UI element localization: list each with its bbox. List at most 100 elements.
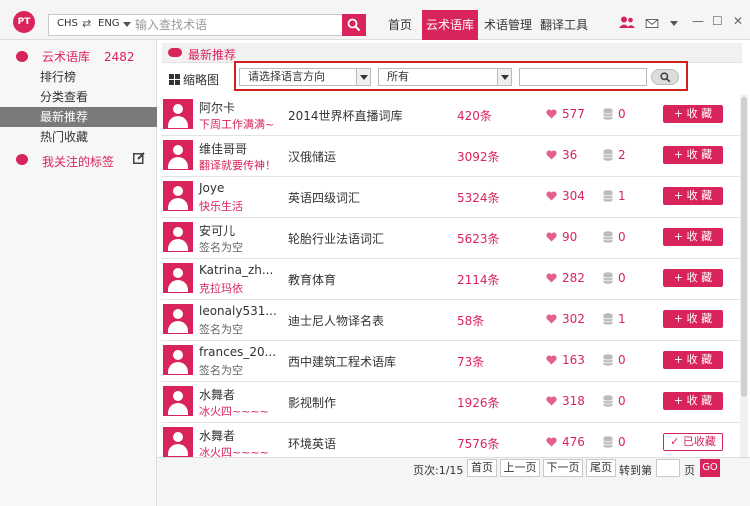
- close-button[interactable]: ✕: [733, 14, 743, 28]
- nav-home[interactable]: 首页: [384, 10, 416, 40]
- heart-icon[interactable]: [546, 355, 557, 365]
- list-item[interactable]: 维佳哥哥 翻译就要传神！ 汉俄储运 3092条 36 2 + 收 藏: [161, 136, 741, 177]
- heart-icon[interactable]: [546, 150, 557, 160]
- user-name[interactable]: 水舞者: [199, 427, 235, 444]
- termbase-name[interactable]: 轮胎行业法语词汇: [288, 230, 384, 247]
- avatar[interactable]: [163, 345, 193, 375]
- collect-button[interactable]: ✓ 已收藏: [663, 433, 723, 451]
- followed-tags[interactable]: 我关注的标签: [42, 153, 114, 170]
- search-input[interactable]: [133, 15, 341, 35]
- list-item[interactable]: leonaly531... 签名为空 迪士尼人物译名表 58条 302 1 + 收 藏: [161, 300, 741, 341]
- collect-button[interactable]: + 收 藏: [663, 105, 723, 123]
- termbase-name[interactable]: 2014世界杯直播词库: [288, 107, 403, 124]
- mail-icon[interactable]: [645, 19, 659, 28]
- list-item[interactable]: Katrina_zh... 克拉玛依 教育体育 2114条 282 0 + 收 藏: [161, 259, 741, 300]
- user-name[interactable]: 安可儿: [199, 222, 235, 239]
- termbase-name[interactable]: 西中建筑工程术语库: [288, 353, 396, 370]
- list-item[interactable]: 水舞者 冰火四~~~~ 环境英语 7576条 476 0 ✓ 已收藏: [161, 423, 741, 457]
- maximize-button[interactable]: ☐: [712, 14, 723, 28]
- sidebar-item-category[interactable]: 分类查看: [0, 87, 157, 107]
- avatar[interactable]: [163, 222, 193, 252]
- last-page-button[interactable]: 尾页: [586, 459, 616, 477]
- user-icon[interactable]: [619, 16, 635, 28]
- database-icon: [603, 436, 613, 448]
- termbase-name[interactable]: 汉俄储运: [288, 148, 336, 165]
- user-name[interactable]: 维佳哥哥: [199, 140, 247, 157]
- nav-cloud-termbase[interactable]: 云术语库: [422, 10, 478, 40]
- user-name[interactable]: Joye: [199, 181, 224, 195]
- avatar[interactable]: [163, 263, 193, 293]
- page-number-input[interactable]: [656, 459, 680, 477]
- heart-icon[interactable]: [546, 396, 557, 406]
- list-item[interactable]: 安可儿 签名为空 轮胎行业法语词汇 5623条 90 0 + 收 藏: [161, 218, 741, 259]
- collect-button[interactable]: + 收 藏: [663, 187, 723, 205]
- list-item[interactable]: 阿尔卡 下周工作满满~ 2014世界杯直播词库 420条 577 0 + 收 藏: [161, 95, 741, 136]
- edit-icon[interactable]: [133, 152, 145, 164]
- collect-button[interactable]: + 收 藏: [663, 351, 723, 369]
- heart-icon[interactable]: [546, 191, 557, 201]
- collect-button[interactable]: + 收 藏: [663, 392, 723, 410]
- chat-bubble-icon: [16, 51, 28, 62]
- like-count: 577: [562, 107, 585, 121]
- user-name[interactable]: 阿尔卡: [199, 99, 235, 116]
- termbase-name[interactable]: 英语四级词汇: [288, 189, 360, 206]
- sidebar-title[interactable]: 云术语库 2482: [42, 48, 135, 65]
- category-select[interactable]: 所有: [378, 68, 512, 86]
- filter-search-input[interactable]: [519, 68, 647, 86]
- user-name[interactable]: leonaly531...: [199, 304, 277, 318]
- termbase-name[interactable]: 环境英语: [288, 435, 336, 452]
- scrollbar-thumb[interactable]: [741, 97, 747, 397]
- list-item[interactable]: frances_20... 签名为空 西中建筑工程术语库 73条 163 0 + 收 藏: [161, 341, 741, 382]
- heart-icon[interactable]: [546, 232, 557, 242]
- collect-button[interactable]: + 收 藏: [663, 310, 723, 328]
- avatar[interactable]: [163, 181, 193, 211]
- heart-icon[interactable]: [546, 314, 557, 324]
- user-name[interactable]: Katrina_zh...: [199, 263, 273, 277]
- heart-icon[interactable]: [546, 273, 557, 283]
- source-language[interactable]: CHS: [57, 18, 78, 29]
- minimize-button[interactable]: —: [692, 14, 704, 28]
- target-language[interactable]: ENG: [98, 18, 120, 29]
- user-name[interactable]: frances_20...: [199, 345, 276, 359]
- avatar[interactable]: [163, 427, 193, 457]
- nav-term-management[interactable]: 术语管理: [482, 10, 534, 40]
- termbase-name[interactable]: 影视制作: [288, 394, 336, 411]
- filter-search-button[interactable]: [651, 69, 679, 85]
- go-button[interactable]: GO: [700, 459, 720, 477]
- first-page-button[interactable]: 首页: [467, 459, 497, 477]
- avatar[interactable]: [163, 304, 193, 334]
- collect-button[interactable]: + 收 藏: [663, 146, 723, 164]
- termbase-name[interactable]: 教育体育: [288, 271, 336, 288]
- category-value: 所有: [387, 70, 409, 83]
- chevron-down-icon[interactable]: [123, 22, 131, 27]
- collect-button[interactable]: + 收 藏: [663, 269, 723, 287]
- term-count: 1926条: [457, 396, 500, 410]
- termbase-name[interactable]: 迪士尼人物译名表: [288, 312, 384, 329]
- database-icon: [603, 313, 613, 325]
- swap-icon[interactable]: ⇄: [82, 17, 91, 30]
- avatar[interactable]: [163, 140, 193, 170]
- list-item[interactable]: Joye 快乐生活 英语四级词汇 5324条 304 1 + 收 藏: [161, 177, 741, 218]
- heart-icon[interactable]: [546, 437, 557, 447]
- scrollbar[interactable]: [740, 95, 748, 457]
- collect-button[interactable]: + 收 藏: [663, 228, 723, 246]
- prev-page-button[interactable]: 上一页: [500, 459, 540, 477]
- user-signature: 签名为空: [199, 364, 243, 377]
- search-button[interactable]: [342, 14, 366, 36]
- avatar[interactable]: [163, 99, 193, 129]
- menu-dropdown-icon[interactable]: [670, 21, 678, 26]
- heart-icon[interactable]: [546, 109, 557, 119]
- nav-translation-tools[interactable]: 翻译工具: [538, 10, 590, 40]
- next-page-button[interactable]: 下一页: [543, 459, 583, 477]
- sidebar-item-popular[interactable]: 热门收藏: [0, 127, 157, 147]
- user-name[interactable]: 水舞者: [199, 386, 235, 403]
- thumbnail-view-label[interactable]: 缩略图: [183, 71, 219, 88]
- list-item[interactable]: 水舞者 冰火四~~~~ 影视制作 1926条 318 0 + 收 藏: [161, 382, 741, 423]
- grid-icon[interactable]: [169, 74, 180, 85]
- sidebar-item-ranking[interactable]: 排行榜: [0, 67, 157, 87]
- like-count: 318: [562, 394, 585, 408]
- avatar[interactable]: [163, 386, 193, 416]
- collect-count: 2: [618, 148, 626, 162]
- sidebar-item-latest[interactable]: 最新推荐: [0, 107, 157, 127]
- language-direction-select[interactable]: 请选择语言方向: [239, 68, 371, 86]
